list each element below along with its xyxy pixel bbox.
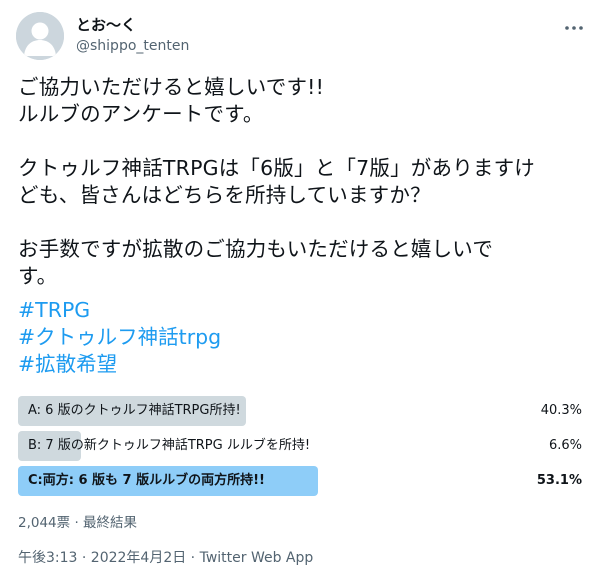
hashtag-list: #TRPG #クトゥルフ神話trpg #拡散希望 <box>18 297 221 378</box>
poll-option-label: B: 7 版の新クトゥルフ神話TRPG ルルブを所持! <box>28 438 311 453</box>
tweet-card: とお～く @shippo_tenten ご協力いただけると嬉しいです!! ルルブ… <box>0 0 600 583</box>
default-avatar-icon[interactable] <box>16 12 64 60</box>
poll-option: B: 7 版の新クトゥルフ神話TRPG ルルブを所持! 6.6% <box>18 431 584 461</box>
more-options-icon[interactable] <box>563 17 585 39</box>
hashtag-link[interactable]: #TRPG <box>18 297 221 324</box>
poll: A: 6 版のクトゥルフ神話TRPG所持! 40.3% B: 7 版の新クトゥル… <box>18 396 584 501</box>
poll-option-label: A: 6 版のクトゥルフ神話TRPG所持! <box>28 403 241 418</box>
poll-option-percent: 6.6% <box>548 438 582 453</box>
author-display-name[interactable]: とお～く <box>76 15 189 35</box>
poll-option: C:両方: 6 版も 7 版ルルブの両方所持!! 53.1% <box>18 466 584 496</box>
poll-option-percent: 53.1% <box>536 473 582 488</box>
poll-option-percent: 40.3% <box>540 403 582 418</box>
tweet-timestamp[interactable]: 午後3:13 · 2022年4月2日 · Twitter Web App <box>18 547 313 567</box>
author-block: とお～く @shippo_tenten <box>76 15 189 56</box>
hashtag-link[interactable]: #拡散希望 <box>18 351 221 378</box>
poll-summary: 2,044票 · 最終結果 <box>18 515 138 531</box>
tweet-text: ご協力いただけると嬉しいです!! ルルブのアンケートです。 クトゥルフ神話TRP… <box>18 75 535 288</box>
poll-option-label: C:両方: 6 版も 7 版ルルブの両方所持!! <box>28 473 265 488</box>
poll-option: A: 6 版のクトゥルフ神話TRPG所持! 40.3% <box>18 396 584 426</box>
hashtag-link[interactable]: #クトゥルフ神話trpg <box>18 324 221 351</box>
author-handle[interactable]: @shippo_tenten <box>76 36 189 56</box>
